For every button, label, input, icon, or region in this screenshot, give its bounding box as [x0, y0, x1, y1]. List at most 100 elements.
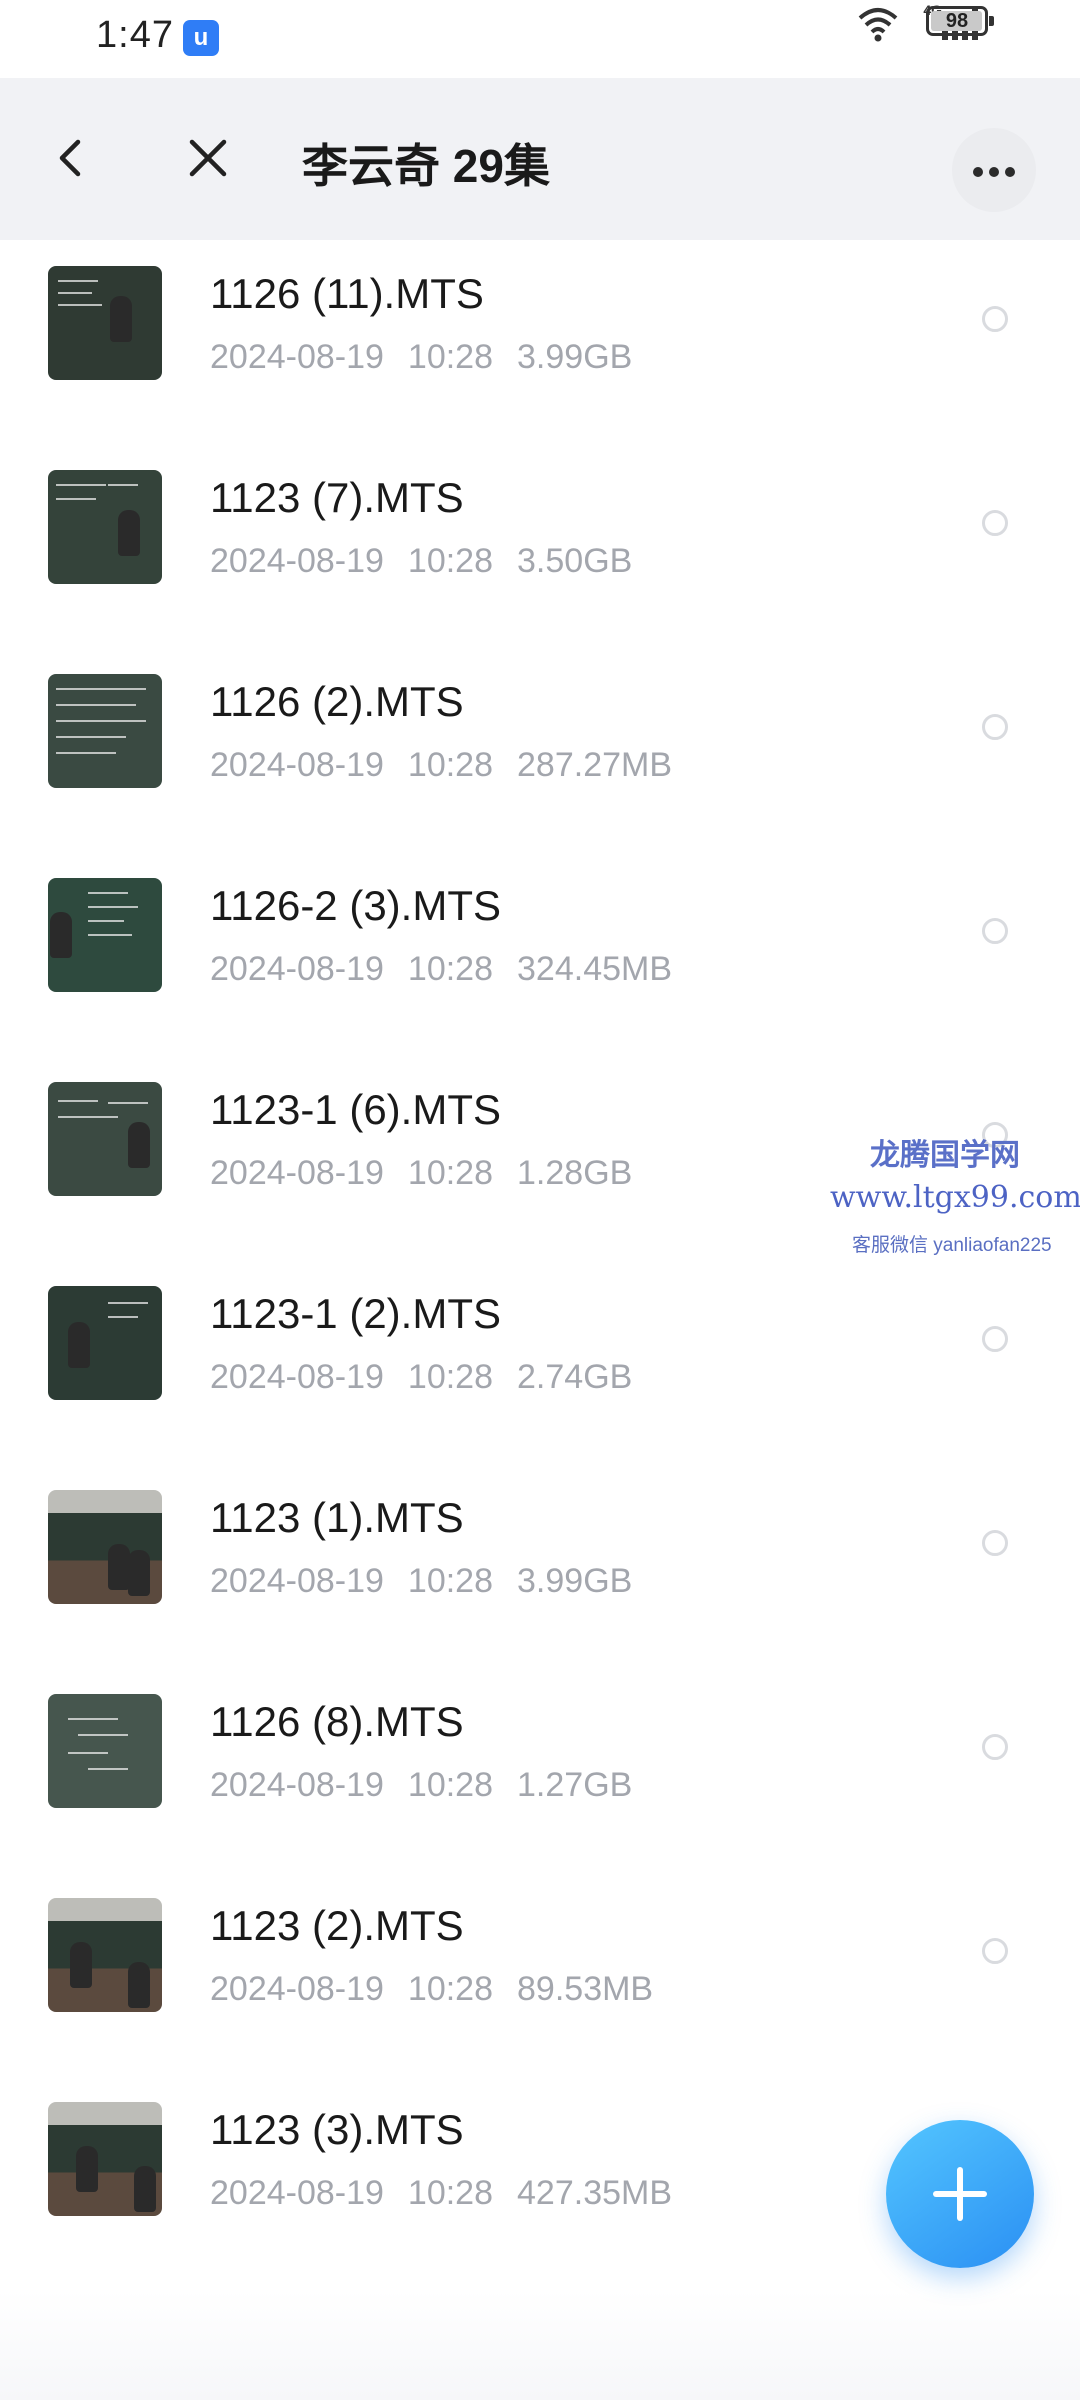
video-thumbnail — [48, 470, 162, 584]
chalk-mark — [108, 1302, 148, 1304]
chalk-mark — [88, 1768, 128, 1770]
file-name: 1123 (7).MTS — [210, 474, 464, 521]
file-name: 1126 (2).MTS — [210, 678, 464, 725]
person-figure — [110, 296, 132, 342]
file-date: 2024-08-19 — [210, 1766, 384, 1804]
more-dot — [1005, 167, 1015, 177]
file-name: 1126-2 (3).MTS — [210, 882, 501, 929]
chalk-mark — [56, 752, 116, 754]
video-thumbnail — [48, 1694, 162, 1808]
file-name: 1123-1 (2).MTS — [210, 1290, 501, 1337]
video-thumbnail — [48, 1898, 162, 2012]
file-row[interactable]: 1123 (7).MTS 2024-08-19 10:28 3.50GB — [0, 444, 1080, 648]
status-bar: 1:47 u 4G 98 — [0, 0, 1080, 78]
video-thumbnail — [48, 674, 162, 788]
select-radio[interactable] — [982, 918, 1008, 944]
chalk-mark — [108, 484, 138, 486]
file-size: 324.45MB — [517, 950, 673, 988]
video-thumbnail — [48, 266, 162, 380]
chalk-mark — [58, 292, 92, 294]
more-horizontal-icon — [973, 167, 983, 177]
more-dot — [989, 167, 999, 177]
watermark-contact: 客服微信 yanliaofan225 — [852, 1235, 1052, 1256]
chalk-mark — [88, 892, 128, 894]
chalk-mark — [88, 920, 124, 922]
file-row[interactable]: 1126-2 (3).MTS 2024-08-19 10:28 324.45MB — [0, 852, 1080, 1056]
chalk-mark — [58, 1100, 98, 1102]
more-options-button[interactable] — [952, 128, 1036, 212]
watermark-url: www.ltgx99.com — [830, 1180, 1080, 1215]
bottom-fade — [0, 2290, 1080, 2400]
file-time: 10:28 — [407, 746, 494, 784]
chalk-mark — [58, 1116, 118, 1118]
file-size: 89.53MB — [517, 1970, 654, 2008]
chalk-mark — [108, 1102, 148, 1104]
file-time: 10:28 — [407, 338, 494, 376]
video-thumbnail — [48, 1082, 162, 1196]
file-name: 1126 (8).MTS — [210, 1698, 464, 1745]
close-icon[interactable] — [182, 132, 234, 184]
file-date: 2024-08-19 — [210, 746, 384, 784]
file-size: 3.50GB — [517, 542, 633, 580]
file-date: 2024-08-19 — [210, 2174, 384, 2212]
battery-percent: 98 — [945, 10, 969, 32]
person-figure — [128, 1550, 150, 1596]
chalk-mark — [58, 304, 102, 306]
select-radio[interactable] — [982, 1938, 1008, 1964]
file-size: 427.35MB — [517, 2174, 673, 2212]
person-figure — [70, 1942, 92, 1988]
file-meta: 2024-08-19 10:28 2.74GB — [210, 1358, 632, 1397]
file-time: 10:28 — [407, 2174, 494, 2212]
file-row[interactable]: 1123-1 (2).MTS 2024-08-19 10:28 2.74GB — [0, 1260, 1080, 1464]
chalk-mark — [78, 1734, 128, 1736]
video-thumbnail — [48, 1286, 162, 1400]
file-meta: 2024-08-19 10:28 287.27MB — [210, 746, 672, 785]
wifi-icon — [858, 8, 898, 42]
select-radio[interactable] — [982, 306, 1008, 332]
chalk-mark — [56, 688, 146, 690]
file-row[interactable]: 1126 (2).MTS 2024-08-19 10:28 287.27MB — [0, 648, 1080, 852]
chalk-mark — [56, 720, 146, 722]
file-meta: 2024-08-19 10:28 3.99GB — [210, 338, 632, 377]
person-figure — [50, 912, 72, 958]
file-date: 2024-08-19 — [210, 1358, 384, 1396]
file-meta: 2024-08-19 10:28 89.53MB — [210, 1970, 653, 2009]
person-figure — [68, 1322, 90, 1368]
file-date: 2024-08-19 — [210, 338, 384, 376]
battery-icon: 98 — [926, 6, 994, 36]
chevron-left-icon[interactable] — [48, 130, 98, 186]
select-radio[interactable] — [982, 714, 1008, 740]
file-row[interactable]: 1123 (1).MTS 2024-08-19 10:28 3.99GB — [0, 1464, 1080, 1668]
file-time: 10:28 — [407, 1970, 494, 2008]
file-time: 10:28 — [407, 1358, 494, 1396]
select-radio[interactable] — [982, 1530, 1008, 1556]
chalk-mark — [108, 1316, 138, 1318]
file-name: 1123 (1).MTS — [210, 1494, 464, 1541]
person-figure — [118, 510, 140, 556]
file-date: 2024-08-19 — [210, 950, 384, 988]
file-row[interactable]: 1123 (2).MTS 2024-08-19 10:28 89.53MB — [0, 1872, 1080, 2076]
chalk-mark — [56, 736, 126, 738]
person-figure — [108, 1544, 130, 1590]
file-time: 10:28 — [407, 1766, 494, 1804]
file-date: 2024-08-19 — [210, 1970, 384, 2008]
select-radio[interactable] — [982, 1326, 1008, 1352]
person-figure — [128, 1122, 150, 1168]
add-button[interactable] — [886, 2120, 1034, 2268]
chalk-mark — [68, 1718, 118, 1720]
select-radio[interactable] — [982, 510, 1008, 536]
file-name: 1123 (3).MTS — [210, 2106, 464, 2153]
file-time: 10:28 — [407, 542, 494, 580]
file-time: 10:28 — [407, 1562, 494, 1600]
chalk-mark — [56, 498, 96, 500]
file-name: 1123 (2).MTS — [210, 1902, 464, 1949]
video-thumbnail — [48, 878, 162, 992]
file-row[interactable]: 1126 (11).MTS 2024-08-19 10:28 3.99GB — [0, 240, 1080, 444]
file-row[interactable]: 1126 (8).MTS 2024-08-19 10:28 1.27GB — [0, 1668, 1080, 1872]
file-date: 2024-08-19 — [210, 1154, 384, 1192]
file-meta: 2024-08-19 10:28 324.45MB — [210, 950, 672, 989]
header-bar: 李云奇 29集 — [0, 78, 1080, 240]
file-date: 2024-08-19 — [210, 542, 384, 580]
select-radio[interactable] — [982, 1734, 1008, 1760]
chalk-mark — [88, 906, 138, 908]
